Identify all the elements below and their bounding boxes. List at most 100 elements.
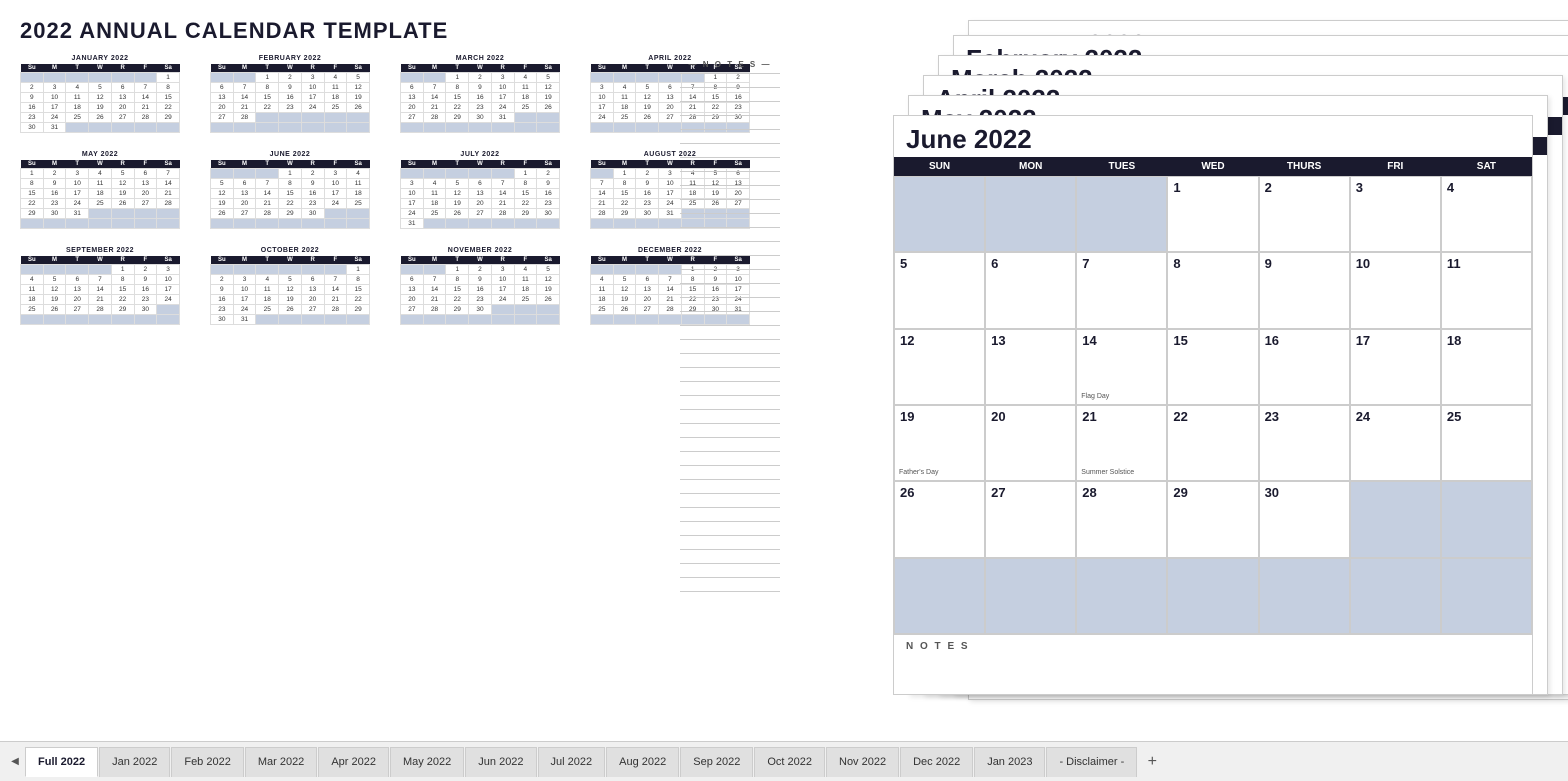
mini-cal-day-cell: 22 [446, 103, 469, 113]
mini-cal-header-cell: M [613, 256, 636, 265]
add-tab-button[interactable]: + [1140, 750, 1164, 774]
june-day-cell: 26 [894, 481, 985, 557]
mini-cal-day-cell: 4 [514, 73, 537, 83]
mini-cal-day-cell [446, 219, 469, 229]
mini-cal-day-cell: 18 [613, 103, 636, 113]
june-day-cell: 24 [1350, 405, 1441, 481]
mini-cal-header-cell: Su [21, 256, 44, 265]
mini-cal-day-cell: 10 [659, 179, 682, 189]
mini-cal-day-cell: 27 [301, 305, 324, 315]
mini-cal-day-cell: 14 [423, 93, 446, 103]
tab-jan-2023[interactable]: Jan 2023 [974, 747, 1045, 777]
mini-cal-day-cell [491, 305, 514, 315]
mini-cal-day-cell: 11 [89, 179, 112, 189]
mini-cal-day-cell [111, 123, 134, 133]
mini-cal-day-cell: 26 [537, 103, 560, 113]
june-day-cell [985, 176, 1076, 252]
mini-cal-day-cell [43, 265, 66, 275]
mini-cal-day-cell [347, 219, 370, 229]
mini-cal-day-cell: 7 [233, 83, 256, 93]
mini-cal-day-cell: 15 [514, 189, 537, 199]
mini-cal-day-cell: 4 [613, 83, 636, 93]
tab-mar-2022[interactable]: Mar 2022 [245, 747, 317, 777]
mini-cal-day-cell: 3 [324, 169, 347, 179]
mini-cal-day-cell: 26 [636, 113, 659, 123]
mini-cal-day-cell: 20 [301, 295, 324, 305]
mini-cal-day-cell: 29 [514, 209, 537, 219]
mini-cal-day-cell: 8 [279, 179, 302, 189]
mini-cal-header-cell: T [636, 160, 659, 169]
tab-scroll-left[interactable]: ◀ [5, 752, 25, 772]
note-line [680, 410, 780, 424]
mini-cal-day-cell [279, 113, 302, 123]
mini-cal-day-cell: 30 [301, 209, 324, 219]
tab-jun-2022[interactable]: Jun 2022 [465, 747, 536, 777]
mini-cal-day-cell [423, 169, 446, 179]
tab-jan-2022[interactable]: Jan 2022 [99, 747, 170, 777]
mini-cal-day-cell: 7 [134, 83, 157, 93]
mini-cal-day-cell [401, 265, 424, 275]
tab-apr-2022[interactable]: Apr 2022 [318, 747, 389, 777]
june-day-cell [1441, 558, 1532, 634]
mini-cal-day-cell [659, 73, 682, 83]
june-day-cell: 12 [894, 329, 985, 405]
tab-feb-2022[interactable]: Feb 2022 [171, 747, 243, 777]
mini-cal-day-cell: 20 [211, 103, 234, 113]
note-line [680, 480, 780, 494]
june-day-cell: 19Father's Day [894, 405, 985, 481]
mini-cal-day-cell: 25 [514, 295, 537, 305]
mini-cal-day-cell: 8 [446, 83, 469, 93]
mini-cal-day-cell: 11 [423, 189, 446, 199]
mini-cal-header-cell: Su [401, 160, 424, 169]
mini-cal-day-cell: 19 [636, 103, 659, 113]
mini-cal-day-cell: 20 [233, 199, 256, 209]
mini-cal-day-cell [613, 219, 636, 229]
tab-may-2022[interactable]: May 2022 [390, 747, 464, 777]
mini-cal-day-cell: 24 [401, 209, 424, 219]
june-day-cell [894, 558, 985, 634]
mini-cal-day-cell: 23 [211, 305, 234, 315]
tab-sep-2022[interactable]: Sep 2022 [680, 747, 753, 777]
mini-cal-day-cell [423, 315, 446, 325]
mini-cal-header-cell: T [256, 256, 279, 265]
tab-nov-2022[interactable]: Nov 2022 [826, 747, 899, 777]
tab-dec-2022[interactable]: Dec 2022 [900, 747, 973, 777]
tab-oct-2022[interactable]: Oct 2022 [754, 747, 825, 777]
note-line [680, 200, 780, 214]
mini-cal-day-cell: 10 [157, 275, 180, 285]
mini-cal-header-cell: F [134, 256, 157, 265]
mini-cal-day-cell: 29 [21, 209, 44, 219]
mini-cal-day-cell [66, 123, 89, 133]
june-day-headers: SUN MON TUES WED THURS FRI SAT [894, 157, 1532, 176]
mini-cal-day-cell: 25 [591, 305, 614, 315]
tab-full-2022[interactable]: Full 2022 [25, 747, 98, 777]
mini-cal-day-cell: 16 [134, 285, 157, 295]
mini-cal-day-cell: 3 [659, 169, 682, 179]
mini-cal-day-cell: 9 [134, 275, 157, 285]
mini-cal-day-cell: 17 [659, 189, 682, 199]
mini-cal-day-cell: 10 [66, 179, 89, 189]
mini-cal-day-cell: 11 [66, 93, 89, 103]
mini-cal-day-cell: 22 [446, 295, 469, 305]
note-line [680, 508, 780, 522]
mini-cal-day-cell: 23 [134, 295, 157, 305]
mini-cal-day-cell: 21 [324, 295, 347, 305]
mini-cal-day-cell: 20 [66, 295, 89, 305]
tabs-container: Full 2022Jan 2022Feb 2022Mar 2022Apr 202… [25, 747, 1138, 777]
mini-cal-day-cell: 26 [537, 295, 560, 305]
note-line [680, 158, 780, 172]
mini-cal-day-cell: 26 [347, 103, 370, 113]
mini-cal-day-cell: 14 [423, 285, 446, 295]
tab-jul-2022[interactable]: Jul 2022 [538, 747, 606, 777]
mini-cal-day-cell: 11 [613, 93, 636, 103]
tab---disclaimer--[interactable]: - Disclaimer - [1046, 747, 1137, 777]
june-day-cell: 10 [1350, 252, 1441, 328]
mini-cal-day-cell: 25 [21, 305, 44, 315]
mini-cal-day-cell: 18 [256, 295, 279, 305]
mini-cal-day-cell: 28 [324, 305, 347, 315]
mini-cal-day-cell: 17 [43, 103, 66, 113]
tab-aug-2022[interactable]: Aug 2022 [606, 747, 679, 777]
june-day-cell: 16 [1259, 329, 1350, 405]
mini-cal-day-cell: 17 [66, 189, 89, 199]
mini-cal-day-cell: 13 [659, 93, 682, 103]
